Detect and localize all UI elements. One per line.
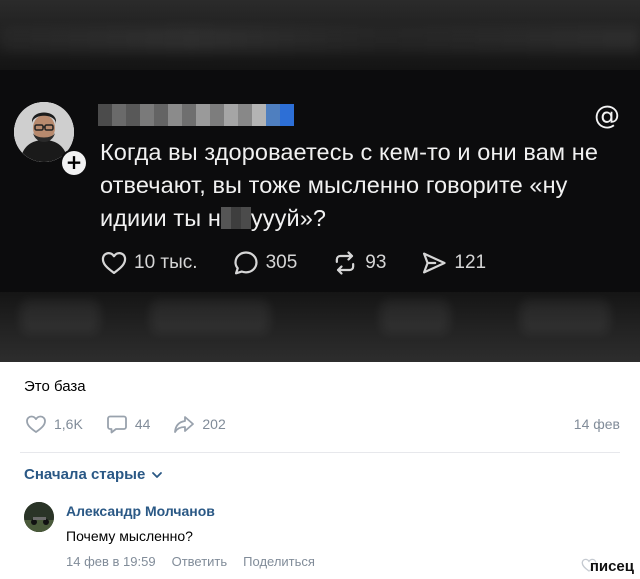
pixelated-username — [98, 104, 294, 126]
follow-plus-button[interactable]: + — [60, 149, 88, 177]
threads-share-count: 121 — [454, 252, 487, 273]
vk-share-button[interactable]: 202 — [172, 412, 226, 436]
send-icon — [423, 252, 447, 274]
post-caption: Это база — [24, 378, 86, 395]
threads-like-action[interactable]: 10 тыс. — [100, 249, 198, 277]
vk-comment-button[interactable]: 44 — [105, 412, 151, 436]
vk-like-button[interactable]: 1,6K — [24, 412, 83, 436]
threads-comment-count: 305 — [265, 252, 298, 273]
threads-action-bar: 10 тыс. 305 93 121 — [100, 248, 520, 278]
post-date[interactable]: 14 фев — [574, 416, 620, 432]
comment-icon — [106, 415, 127, 434]
comment-author-name[interactable]: Александр Молчанов — [66, 503, 215, 519]
speech-bubble-icon — [233, 251, 258, 275]
vk-action-bar: 1,6K 44 202 — [24, 412, 248, 436]
vk-share-count: 202 — [202, 416, 226, 432]
threads-share-action[interactable]: 121 — [420, 249, 486, 277]
blurred-element — [150, 300, 270, 334]
post-text-part1: Когда вы здороваетесь с кем-то и они вам… — [100, 139, 598, 231]
site-watermark: писец — [589, 558, 634, 575]
threads-screenshot: + @ Когда вы здороваетесь с кем-то и они… — [0, 0, 640, 362]
threads-post-text: Когда вы здороваетесь с кем-то и они вам… — [100, 136, 620, 235]
heart-icon — [101, 251, 127, 275]
plus-icon: + — [62, 151, 86, 175]
heart-icon — [26, 415, 46, 433]
threads-logo-icon: @ — [594, 101, 620, 131]
comment-meta: 14 фев в 19:59 Ответить Поделиться — [66, 554, 315, 569]
share-link[interactable]: Поделиться — [243, 554, 315, 569]
divider — [20, 452, 620, 453]
reply-link[interactable]: Ответить — [172, 554, 228, 569]
blurred-element — [20, 300, 100, 334]
comment-author-avatar[interactable] — [24, 502, 54, 532]
comment-timestamp[interactable]: 14 фев в 19:59 — [66, 554, 156, 569]
threads-like-count: 10 тыс. — [134, 252, 198, 273]
threads-repost-action[interactable]: 93 — [331, 249, 386, 277]
vk-comment-count: 44 — [134, 416, 151, 432]
threads-repost-count: 93 — [365, 252, 387, 273]
comments-sort-dropdown[interactable]: Сначала старые — [24, 466, 163, 483]
censor-block — [220, 207, 251, 229]
comment-text: Почему мысленно? — [66, 528, 193, 544]
blurred-header — [0, 0, 640, 70]
sort-label: Сначала старые — [24, 466, 146, 483]
chevron-down-icon — [152, 471, 163, 478]
share-arrow-icon — [174, 416, 195, 433]
blurred-element — [520, 300, 610, 334]
repost-icon — [335, 251, 355, 275]
blurred-element — [380, 300, 450, 334]
post-text-part2: уууй»? — [250, 205, 327, 231]
threads-comment-action[interactable]: 305 — [232, 249, 298, 277]
vk-like-count: 1,6K — [54, 416, 83, 432]
